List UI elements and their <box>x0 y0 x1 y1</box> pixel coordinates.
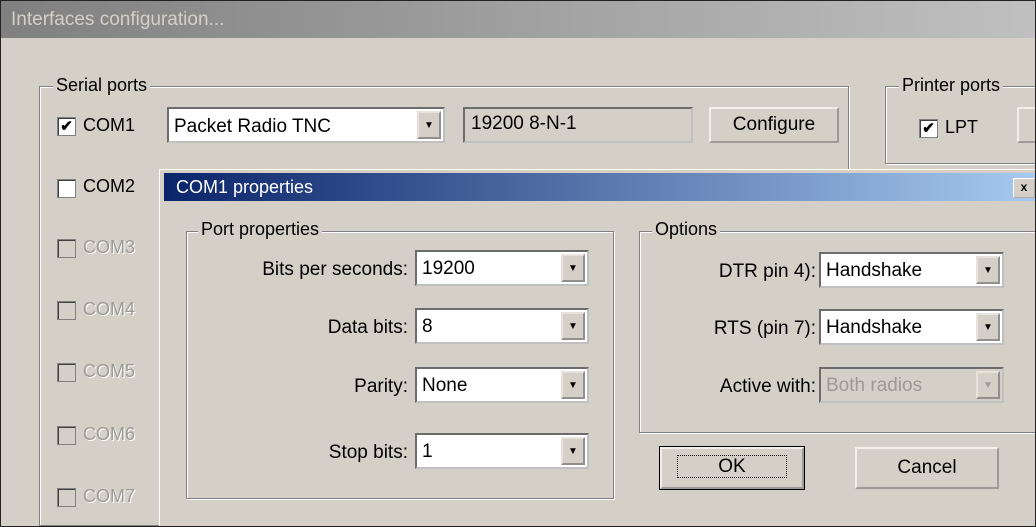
com6-label: COM6 <box>83 424 136 444</box>
com1-properties-dialog: COM1 properties x Port properties Bits p… <box>159 169 1035 526</box>
stop-bits-label: Stop bits: <box>328 442 408 463</box>
active-with-select: Both radios ▼ <box>819 367 1004 403</box>
dtr-value: Handshake <box>826 260 923 281</box>
com5-checkbox <box>57 363 76 382</box>
check-icon: ✔ <box>60 118 73 135</box>
chevron-down-icon[interactable]: ▼ <box>561 371 585 399</box>
com4-label: COM4 <box>83 299 136 319</box>
com3-label: COM3 <box>83 237 136 257</box>
com1-device-select[interactable]: Packet Radio TNC ▼ <box>167 107 445 143</box>
chevron-down-icon: ▼ <box>976 371 1000 399</box>
com7-label: COM7 <box>83 486 136 506</box>
com7-checkbox <box>57 488 76 507</box>
parity-label: Parity: <box>354 376 408 397</box>
rts-select[interactable]: Handshake ▼ <box>819 309 1004 345</box>
chevron-down-icon[interactable]: ▼ <box>417 111 441 139</box>
main-window-title: Interfaces configuration... <box>11 9 225 30</box>
com4-checkbox <box>57 301 76 320</box>
lpt-checkbox[interactable]: ✔ <box>919 119 938 138</box>
active-with-label: Active with: <box>719 376 816 397</box>
com3-checkbox <box>57 239 76 258</box>
printer-ports-legend: Printer ports <box>899 75 1004 96</box>
interfaces-configuration-window: Interfaces configuration... Serial ports… <box>0 0 1036 527</box>
com1-settings-value: 19200 8-N-1 <box>471 113 577 134</box>
dialog-title: COM1 properties <box>176 177 314 197</box>
cancel-button[interactable]: Cancel <box>855 447 999 489</box>
lpt-label: LPT <box>945 117 979 137</box>
lpt-configure-button[interactable] <box>1017 107 1035 143</box>
check-icon: ✔ <box>922 120 935 137</box>
chevron-down-icon[interactable]: ▼ <box>976 256 1000 284</box>
com1-checkbox[interactable]: ✔ <box>57 117 76 136</box>
ok-button-label: OK <box>677 455 787 478</box>
com1-settings-field: 19200 8-N-1 <box>463 107 693 143</box>
chevron-down-icon[interactable]: ▼ <box>561 437 585 465</box>
chevron-down-icon[interactable]: ▼ <box>561 312 585 340</box>
main-title-bar[interactable]: Interfaces configuration... <box>1 1 1035 38</box>
data-bits-value: 8 <box>422 316 433 337</box>
parity-select[interactable]: None ▼ <box>415 367 589 403</box>
data-bits-select[interactable]: 8 ▼ <box>415 308 589 344</box>
configure-button[interactable]: Configure <box>709 107 839 143</box>
close-icon[interactable]: x <box>1013 178 1035 198</box>
chevron-down-icon[interactable]: ▼ <box>976 313 1000 341</box>
com6-checkbox <box>57 426 76 445</box>
com1-device-value: Packet Radio TNC <box>174 116 331 137</box>
data-bits-label: Data bits: <box>327 317 408 338</box>
bits-per-second-select[interactable]: 19200 ▼ <box>415 250 589 286</box>
com5-label: COM5 <box>83 361 136 381</box>
active-with-value: Both radios <box>826 375 923 396</box>
dialog-title-bar[interactable]: COM1 properties x <box>164 173 1035 201</box>
stop-bits-select[interactable]: 1 ▼ <box>415 433 589 469</box>
ok-button[interactable]: OK <box>659 446 805 490</box>
bits-per-second-label: Bits per seconds: <box>262 259 408 280</box>
dtr-select[interactable]: Handshake ▼ <box>819 252 1004 288</box>
com2-checkbox[interactable] <box>57 179 76 198</box>
chevron-down-icon[interactable]: ▼ <box>561 254 585 282</box>
parity-value: None <box>422 375 468 396</box>
dtr-label: DTR pin 4): <box>718 261 816 282</box>
stop-bits-value: 1 <box>422 441 433 462</box>
serial-ports-legend: Serial ports <box>53 75 151 96</box>
port-properties-legend: Port properties <box>198 219 323 240</box>
rts-value: Handshake <box>826 317 923 338</box>
bits-per-second-value: 19200 <box>422 258 475 279</box>
rts-label: RTS (pin 7): <box>713 318 816 339</box>
options-legend: Options <box>652 219 721 240</box>
com2-label: COM2 <box>83 176 136 196</box>
com1-label: COM1 <box>83 115 136 135</box>
